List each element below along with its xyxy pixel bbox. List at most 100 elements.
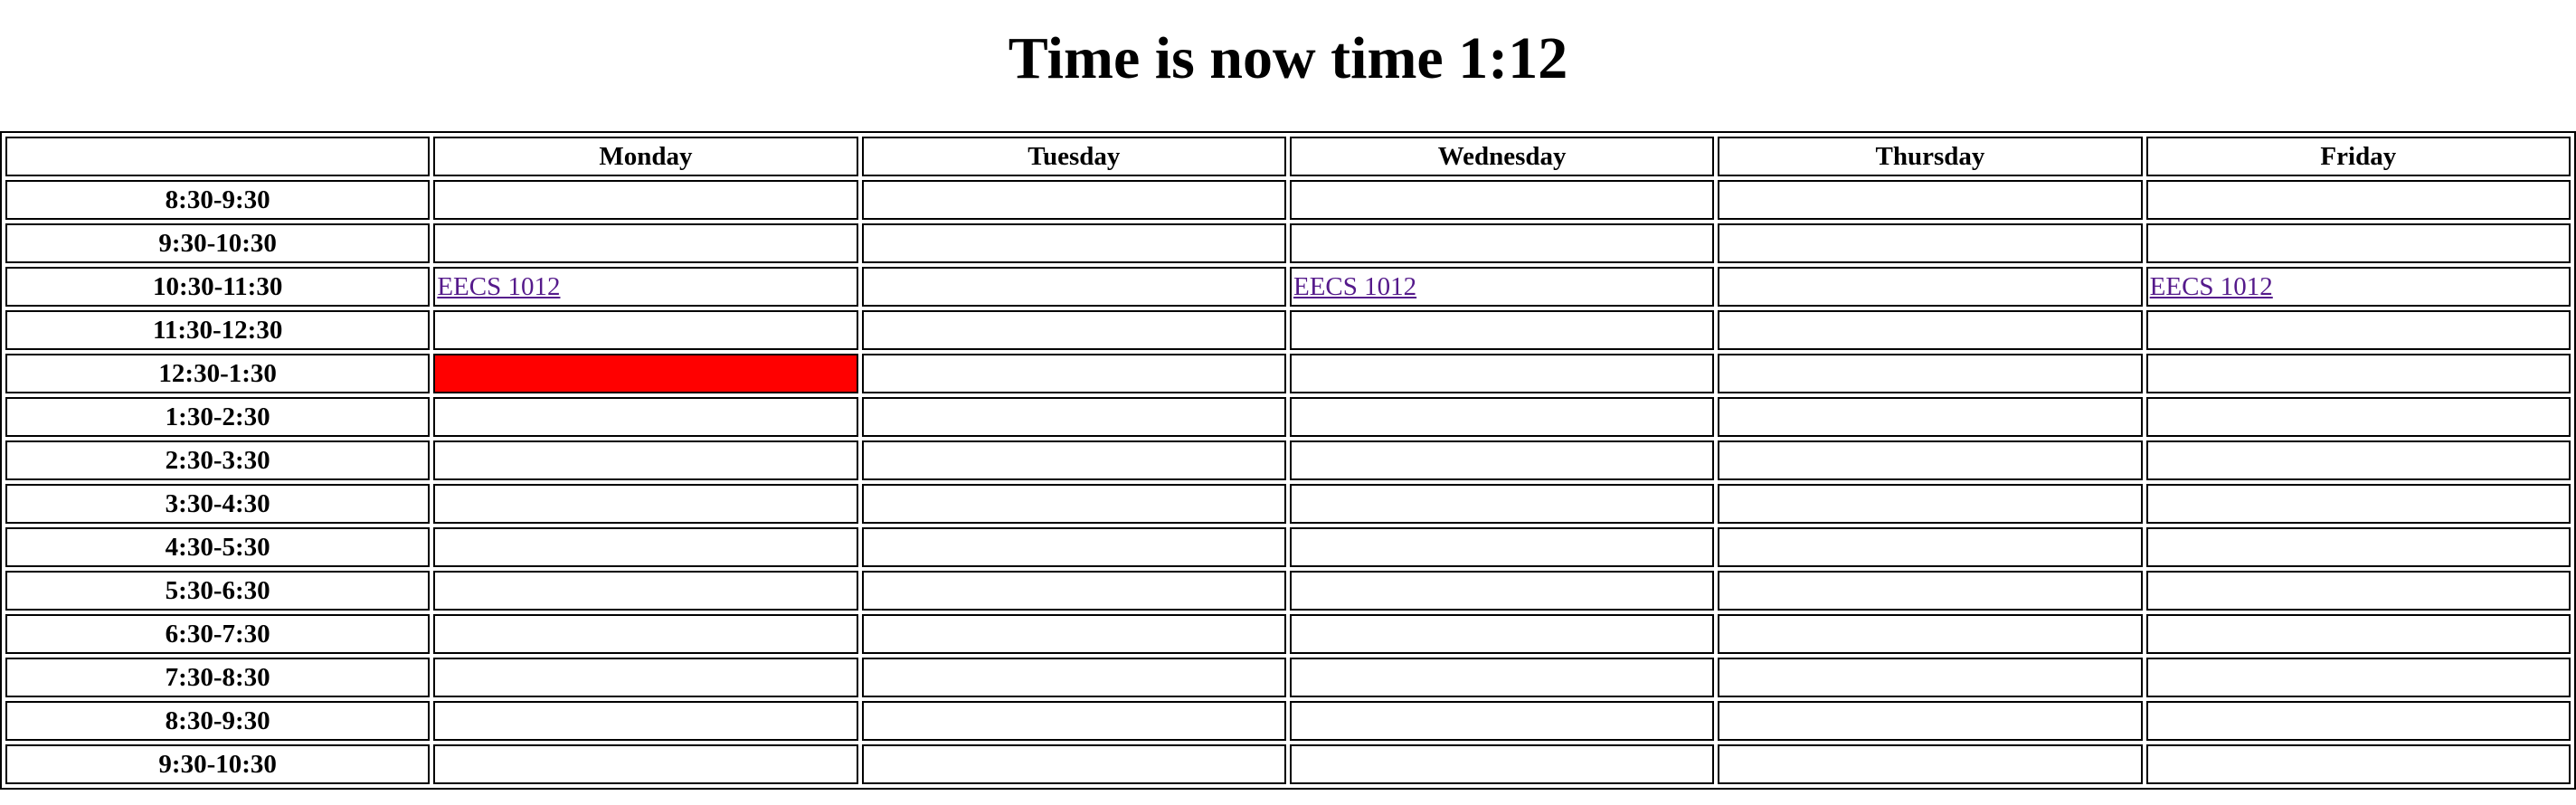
table-row: 9:30-10:30 [5, 223, 2571, 263]
time-slot-label: 11:30-12:30 [5, 310, 431, 350]
course-link[interactable]: EECS 1012 [2150, 272, 2273, 301]
schedule-cell-thursday [1718, 354, 2143, 393]
page-title: Time is now time 1:12 [1008, 25, 1568, 91]
schedule-cell-tuesday [861, 571, 1286, 611]
schedule-cell-monday [433, 744, 858, 784]
table-row: 4:30-5:30 [5, 527, 2571, 567]
schedule-cell-friday [2145, 354, 2571, 393]
table-row: 8:30-9:30 [5, 701, 2571, 741]
schedule-cell-thursday [1718, 527, 2143, 567]
time-slot-label: 7:30-8:30 [5, 658, 431, 697]
course-link[interactable]: EECS 1012 [437, 272, 560, 301]
schedule-cell-wednesday [1289, 180, 1715, 220]
schedule-cell-friday [2145, 440, 2571, 480]
schedule-cell-monday [433, 614, 858, 654]
table-row: 10:30-11:30 EECS 1012 EECS 1012 EECS 1012 [5, 267, 2571, 307]
table-row: 7:30-8:30 [5, 658, 2571, 697]
schedule-cell-thursday [1718, 571, 2143, 611]
schedule-cell-monday: EECS 1012 [433, 267, 858, 307]
schedule-cell-monday [433, 397, 858, 437]
schedule-cell-friday [2145, 658, 2571, 697]
schedule-cell-tuesday [861, 397, 1286, 437]
schedule-cell-monday [433, 527, 858, 567]
time-slot-label: 8:30-9:30 [5, 701, 431, 741]
schedule-cell-friday [2145, 310, 2571, 350]
day-header-thursday: Thursday [1718, 137, 2143, 176]
time-slot-label: 1:30-2:30 [5, 397, 431, 437]
table-row: 11:30-12:30 [5, 310, 2571, 350]
schedule-cell-wednesday [1289, 310, 1715, 350]
schedule-cell-thursday [1718, 223, 2143, 263]
schedule-cell-thursday [1718, 484, 2143, 524]
schedule-cell-monday [433, 701, 858, 741]
schedule-cell-friday [2145, 397, 2571, 437]
schedule-cell-wednesday [1289, 397, 1715, 437]
time-slot-label: 4:30-5:30 [5, 527, 431, 567]
time-slot-label: 8:30-9:30 [5, 180, 431, 220]
table-row: 5:30-6:30 [5, 571, 2571, 611]
schedule-cell-tuesday [861, 440, 1286, 480]
time-slot-label: 6:30-7:30 [5, 614, 431, 654]
time-slot-label: 10:30-11:30 [5, 267, 431, 307]
schedule-cell-tuesday [861, 701, 1286, 741]
schedule-cell-thursday [1718, 658, 2143, 697]
schedule-cell-thursday [1718, 614, 2143, 654]
day-header-friday: Friday [2145, 137, 2571, 176]
schedule-cell-monday [433, 440, 858, 480]
schedule-cell-friday [2145, 180, 2571, 220]
time-slot-label: 9:30-10:30 [5, 223, 431, 263]
schedule-cell-tuesday [861, 354, 1286, 393]
time-slot-label: 12:30-1:30 [5, 354, 431, 393]
table-row: 8:30-9:30 [5, 180, 2571, 220]
table-row: 6:30-7:30 [5, 614, 2571, 654]
schedule-cell-monday [433, 658, 858, 697]
schedule-cell-wednesday [1289, 527, 1715, 567]
schedule-cell-wednesday [1289, 354, 1715, 393]
schedule-cell-wednesday [1289, 484, 1715, 524]
schedule-cell-friday [2145, 571, 2571, 611]
schedule-cell-monday [433, 484, 858, 524]
schedule-cell-tuesday [861, 614, 1286, 654]
schedule-cell-friday [2145, 614, 2571, 654]
schedule-cell-tuesday [861, 658, 1286, 697]
schedule-cell-wednesday [1289, 614, 1715, 654]
schedule-cell-wednesday [1289, 440, 1715, 480]
day-header-wednesday: Wednesday [1289, 137, 1715, 176]
time-slot-label: 2:30-3:30 [5, 440, 431, 480]
schedule-cell-tuesday [861, 310, 1286, 350]
schedule-cell-thursday [1718, 397, 2143, 437]
schedule-cell-friday [2145, 527, 2571, 567]
schedule-cell-monday [433, 310, 858, 350]
corner-header-cell [5, 137, 431, 176]
time-slot-label: 9:30-10:30 [5, 744, 431, 784]
time-slot-label: 3:30-4:30 [5, 484, 431, 524]
schedule-cell-wednesday [1289, 744, 1715, 784]
schedule-cell-wednesday [1289, 701, 1715, 741]
schedule-cell-friday [2145, 484, 2571, 524]
schedule-cell-wednesday [1289, 658, 1715, 697]
schedule-cell-friday [2145, 744, 2571, 784]
day-header-monday: Monday [433, 137, 858, 176]
schedule-cell-monday [433, 180, 858, 220]
schedule-cell-tuesday [861, 223, 1286, 263]
table-row: 1:30-2:30 [5, 397, 2571, 437]
schedule-cell-friday: EECS 1012 [2145, 267, 2571, 307]
schedule-cell-tuesday [861, 180, 1286, 220]
schedule-cell-monday [433, 571, 858, 611]
header-row: Monday Tuesday Wednesday Thursday Friday [5, 137, 2571, 176]
schedule-cell-tuesday [861, 527, 1286, 567]
schedule-cell-monday [433, 223, 858, 263]
schedule-cell-tuesday [861, 267, 1286, 307]
table-row: 9:30-10:30 [5, 744, 2571, 784]
table-row: 3:30-4:30 [5, 484, 2571, 524]
schedule-cell-thursday [1718, 267, 2143, 307]
table-row: 2:30-3:30 [5, 440, 2571, 480]
course-link[interactable]: EECS 1012 [1293, 272, 1416, 301]
schedule-cell-friday [2145, 701, 2571, 741]
schedule-cell-friday [2145, 223, 2571, 263]
schedule-cell-thursday [1718, 744, 2143, 784]
schedule-cell-thursday [1718, 180, 2143, 220]
schedule-cell-thursday [1718, 701, 2143, 741]
table-row: 12:30-1:30 [5, 354, 2571, 393]
schedule-cell-thursday [1718, 440, 2143, 480]
